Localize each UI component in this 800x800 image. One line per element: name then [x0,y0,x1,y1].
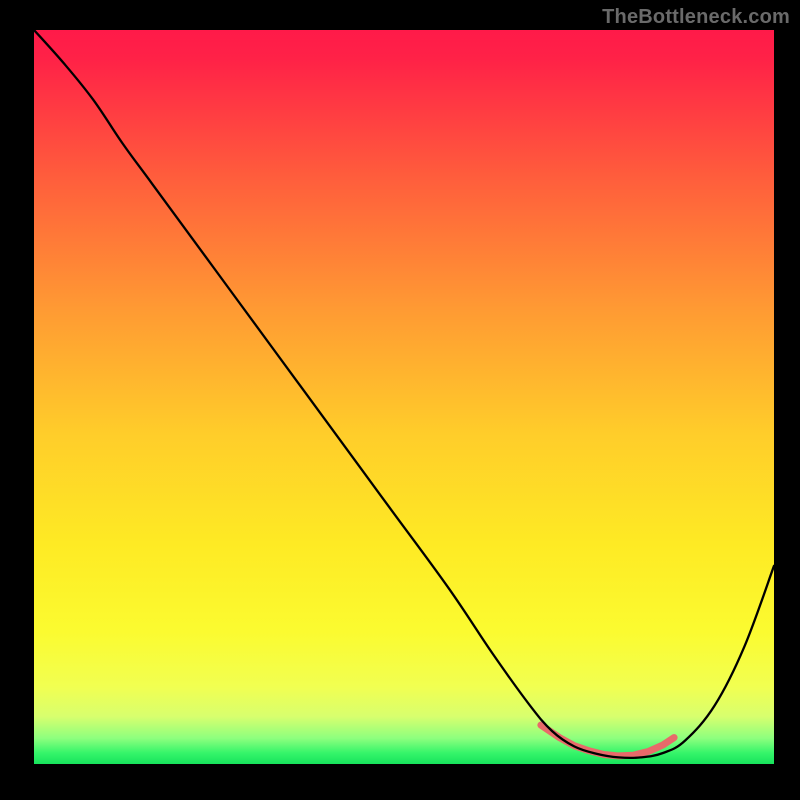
gradient-background [34,30,774,764]
watermark-text: TheBottleneck.com [602,6,790,29]
plot-area [34,30,774,764]
plot-svg [34,30,774,764]
chart-stage: TheBottleneck.com [0,0,800,800]
